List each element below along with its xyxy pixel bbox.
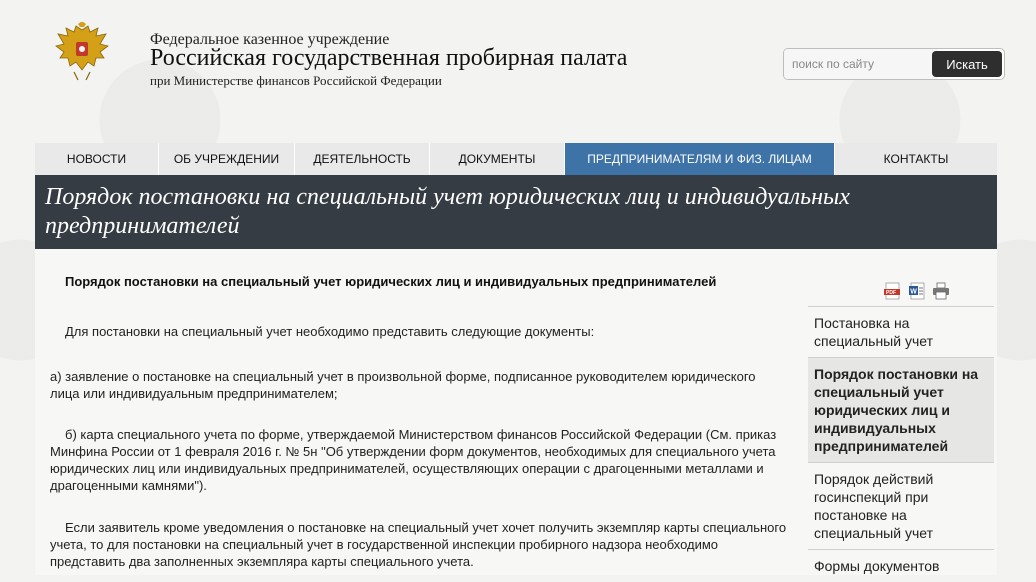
nav-item-entrepreneurs[interactable]: ПРЕДПРИНИМАТЕЛЯМ И ФИЗ. ЛИЦАМ bbox=[565, 143, 835, 175]
nav-item-contacts[interactable]: КОНТАКТЫ bbox=[835, 143, 997, 175]
print-icon[interactable] bbox=[932, 282, 950, 300]
page-title-band: Порядок постановки на специальный учет ю… bbox=[35, 175, 997, 249]
svg-text:W: W bbox=[910, 289, 917, 296]
sidebar-item-inspection-procedure[interactable]: Порядок действий госинспекций при постан… bbox=[808, 462, 994, 549]
nav-item-about[interactable]: ОБ УЧРЕЖДЕНИИ bbox=[159, 143, 295, 175]
article: Порядок постановки на специальный учет ю… bbox=[35, 249, 795, 575]
nav-item-activity[interactable]: ДЕЯТЕЛЬНОСТЬ bbox=[295, 143, 430, 175]
main-nav: НОВОСТИ ОБ УЧРЕЖДЕНИИ ДЕЯТЕЛЬНОСТЬ ДОКУМ… bbox=[35, 143, 997, 175]
coat-of-arms-icon[interactable] bbox=[54, 22, 110, 84]
search-form: Искать bbox=[783, 48, 1005, 80]
article-heading: Порядок постановки на специальный учет ю… bbox=[65, 274, 717, 289]
article-paragraph: Если заявитель кроме уведомления о поста… bbox=[50, 520, 787, 569]
sidebar-item-document-forms[interactable]: Формы документов bbox=[808, 549, 994, 582]
section-sidebar: Постановка на специальный учет Порядок п… bbox=[808, 306, 994, 582]
sidebar-item-registration[interactable]: Постановка на специальный учет bbox=[808, 306, 994, 357]
search-input[interactable] bbox=[784, 49, 938, 79]
article-paragraph: а) заявление о постановке на специальный… bbox=[50, 369, 756, 401]
sidebar-item-registration-procedure[interactable]: Порядок постановки на специальный учет ю… bbox=[808, 357, 994, 462]
nav-item-documents[interactable]: ДОКУМЕНТЫ bbox=[430, 143, 565, 175]
org-name[interactable]: Российская государственная пробирная пал… bbox=[150, 45, 627, 72]
site-header: Федеральное казенное учреждение Российск… bbox=[0, 0, 1036, 143]
nav-item-news[interactable]: НОВОСТИ bbox=[35, 143, 159, 175]
page-title: Порядок постановки на специальный учет ю… bbox=[45, 184, 850, 239]
word-icon[interactable]: W bbox=[908, 282, 926, 300]
svg-text:PDF: PDF bbox=[886, 290, 896, 296]
pdf-icon[interactable]: PDF bbox=[884, 282, 902, 300]
search-button[interactable]: Искать bbox=[932, 51, 1002, 77]
article-paragraph: Для постановки на специальный учет необх… bbox=[65, 324, 595, 339]
document-tools: PDF W bbox=[884, 282, 950, 300]
article-paragraph: б) карта специального учета по форме, ут… bbox=[50, 427, 777, 493]
org-affiliation: при Министерстве финансов Российской Фед… bbox=[150, 73, 442, 88]
